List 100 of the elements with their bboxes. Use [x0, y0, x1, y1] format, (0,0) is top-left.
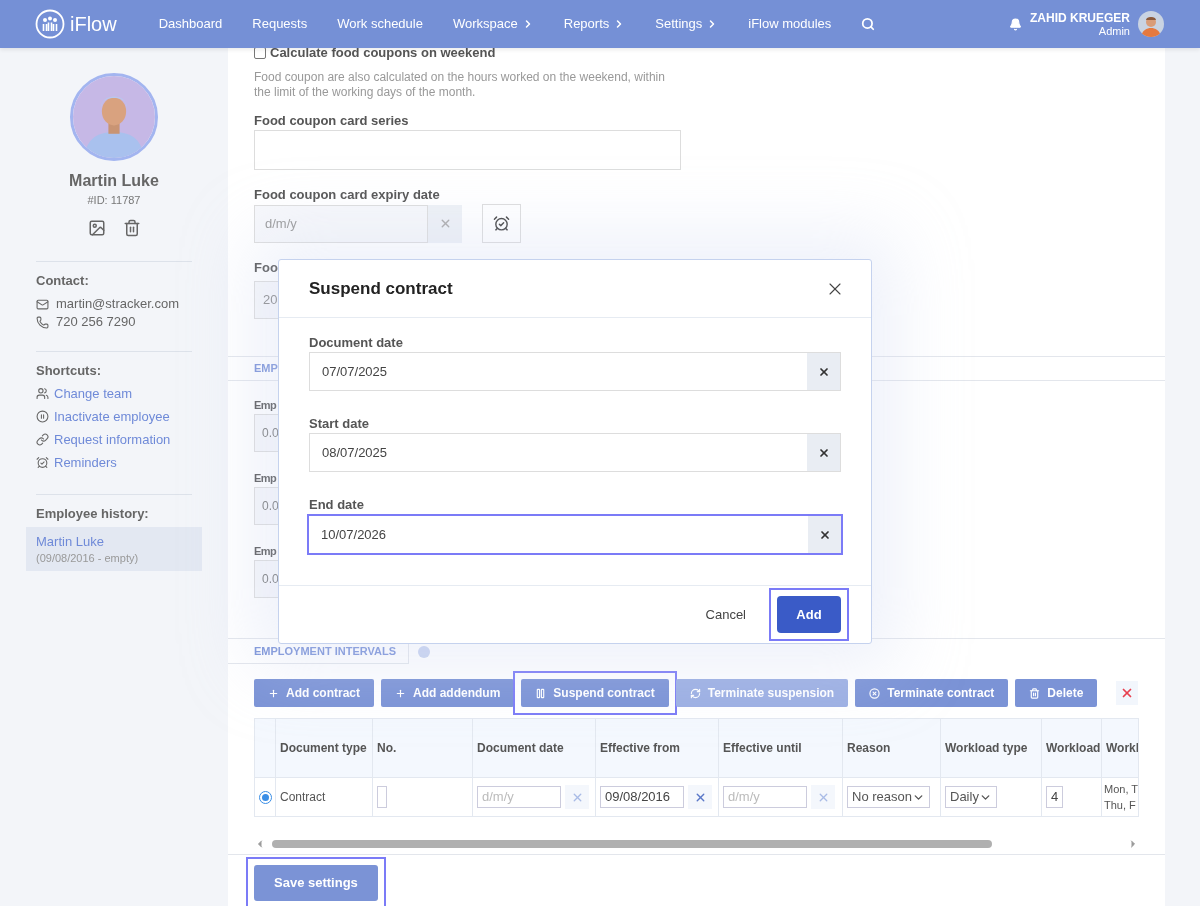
reminder-button[interactable] — [482, 204, 521, 243]
toolbar-button[interactable]: Delete — [1015, 679, 1098, 707]
add-button[interactable]: Add — [777, 596, 841, 633]
phone-text: 720 256 7290 — [56, 313, 136, 331]
toolbar-button[interactable]: Add addendum — [381, 679, 515, 707]
resume-icon — [689, 687, 701, 699]
date-input[interactable]: d/m/y — [254, 204, 428, 243]
field-label: Food coupon card expiry date — [254, 187, 441, 203]
text-input[interactable]: 0.0 — [254, 560, 278, 598]
logo-text: iFlow — [70, 12, 117, 37]
date-field[interactable]: 07/07/2025 — [309, 352, 841, 391]
link-icon — [36, 433, 49, 446]
date-field[interactable]: 08/07/2025 — [309, 433, 841, 472]
history-item[interactable]: Martin Luke (09/08/2016 - empty) — [26, 527, 202, 571]
nav-link[interactable]: Settings — [655, 14, 719, 34]
column-header: No. — [373, 719, 473, 777]
alarm-icon — [36, 456, 49, 469]
close-icon — [818, 528, 831, 541]
section-heading: Contact: — [36, 273, 90, 289]
date-field[interactable]: 10/07/2026 — [307, 514, 843, 555]
table-cell-text: Mon, T Thu, F — [1103, 782, 1138, 813]
phone-icon — [36, 315, 49, 329]
column-header: Reason — [843, 719, 941, 777]
text-input[interactable]: 0.0 — [254, 487, 278, 525]
column-header: Workload — [1042, 719, 1102, 777]
nav-link[interactable]: Dashboard — [158, 14, 223, 34]
nav-link[interactable]: Workspace — [452, 14, 534, 34]
employee-name: Martin Luke — [68, 171, 160, 191]
cancel-button[interactable]: Cancel — [705, 604, 746, 625]
employee-id: #ID: 11787 — [86, 193, 142, 207]
date-value: 10/07/2026 — [320, 525, 388, 544]
field-label: Emp — [254, 398, 277, 413]
field-label: End date — [309, 497, 365, 513]
date-input[interactable]: d/m/y — [723, 786, 807, 808]
section-tab[interactable]: EMP — [254, 360, 278, 377]
help-text: Food coupon are also calculated on the hours worked on the weekend, within the limit of the working days of the month. — [254, 70, 666, 100]
email-text: martin@stracker.com — [56, 295, 179, 313]
add-icon — [395, 687, 406, 699]
column-header: Effective from — [596, 719, 719, 777]
shortcut-link[interactable]: Request information — [54, 431, 171, 448]
search-icon[interactable] — [861, 17, 876, 31]
cancel-button[interactable] — [1116, 681, 1139, 705]
shortcut-link[interactable]: Reminders — [54, 454, 117, 471]
nav-link[interactable]: Work schedule — [337, 14, 423, 34]
history-name: Martin Luke — [36, 533, 105, 551]
text-input[interactable]: 20 — [254, 281, 278, 319]
date-value: 07/07/2025 — [321, 362, 389, 381]
clear-button[interactable] — [811, 785, 835, 809]
section-heading: Employee history: — [35, 506, 150, 522]
field-label: Food coupon card series — [254, 113, 410, 129]
date-input[interactable]: 09/08/2016 — [600, 786, 684, 808]
envelope-icon — [36, 297, 49, 311]
column-header: Workload type — [941, 719, 1042, 777]
bell-icon[interactable] — [1009, 17, 1022, 31]
field-label: Emp — [254, 544, 277, 559]
section-heading: Shortcuts: — [36, 363, 102, 379]
nav-link[interactable]: Requests — [252, 14, 308, 34]
date-input[interactable]: d/m/y — [477, 786, 561, 808]
checkbox-label: Calculate food coupons on weekend — [270, 44, 496, 63]
team-icon — [36, 387, 49, 400]
clear-button[interactable] — [688, 785, 712, 809]
clear-button[interactable] — [808, 516, 841, 553]
shortcut-link[interactable]: Inactivate employee — [54, 408, 170, 425]
shortcut-link[interactable]: Change team — [54, 385, 133, 402]
column-header: Effective until — [719, 719, 843, 777]
toolbar-button[interactable]: Add contract — [254, 679, 374, 707]
user-name: ZAHID KRUEGER — [1030, 10, 1130, 25]
field-label: Start date — [309, 416, 370, 432]
clear-button[interactable] — [807, 434, 840, 471]
toolbar-button[interactable]: Suspend contract — [521, 679, 669, 707]
toolbar-button[interactable]: Terminate contract — [855, 679, 1009, 707]
table-cell-text: Contract — [279, 789, 327, 805]
user-role: Admin — [1098, 24, 1130, 38]
text-input[interactable]: 0.0 — [254, 414, 278, 452]
close-icon — [817, 446, 830, 459]
clear-button[interactable] — [807, 353, 840, 390]
alarm-icon — [493, 215, 510, 232]
pause-icon — [36, 410, 49, 423]
nav-link[interactable]: iFlow modules — [748, 14, 832, 34]
field-label: Foo — [254, 260, 278, 276]
table-input[interactable] — [377, 786, 387, 808]
dialog-title: Suspend contract — [309, 277, 453, 300]
field-label: Emp — [254, 471, 277, 486]
table-input[interactable]: 4 — [1046, 786, 1064, 808]
close-icon — [817, 365, 830, 378]
save-button[interactable]: Save settings — [254, 865, 378, 901]
image-icon[interactable] — [87, 219, 106, 237]
select-field[interactable]: Daily — [945, 786, 997, 808]
date-value: 08/07/2025 — [321, 443, 389, 462]
select-field[interactable]: No reason — [847, 786, 930, 808]
delete-icon — [1029, 687, 1041, 699]
terminate-icon — [869, 687, 881, 699]
nav-link[interactable]: Reports — [563, 14, 626, 34]
column-header: Document date — [473, 719, 596, 777]
history-period: (09/08/2016 - empty) — [36, 551, 140, 565]
text-input[interactable] — [254, 130, 681, 170]
add-icon — [268, 687, 279, 699]
logo-icon — [35, 9, 65, 39]
trash-icon[interactable] — [122, 219, 141, 237]
clear-button[interactable] — [565, 785, 589, 809]
